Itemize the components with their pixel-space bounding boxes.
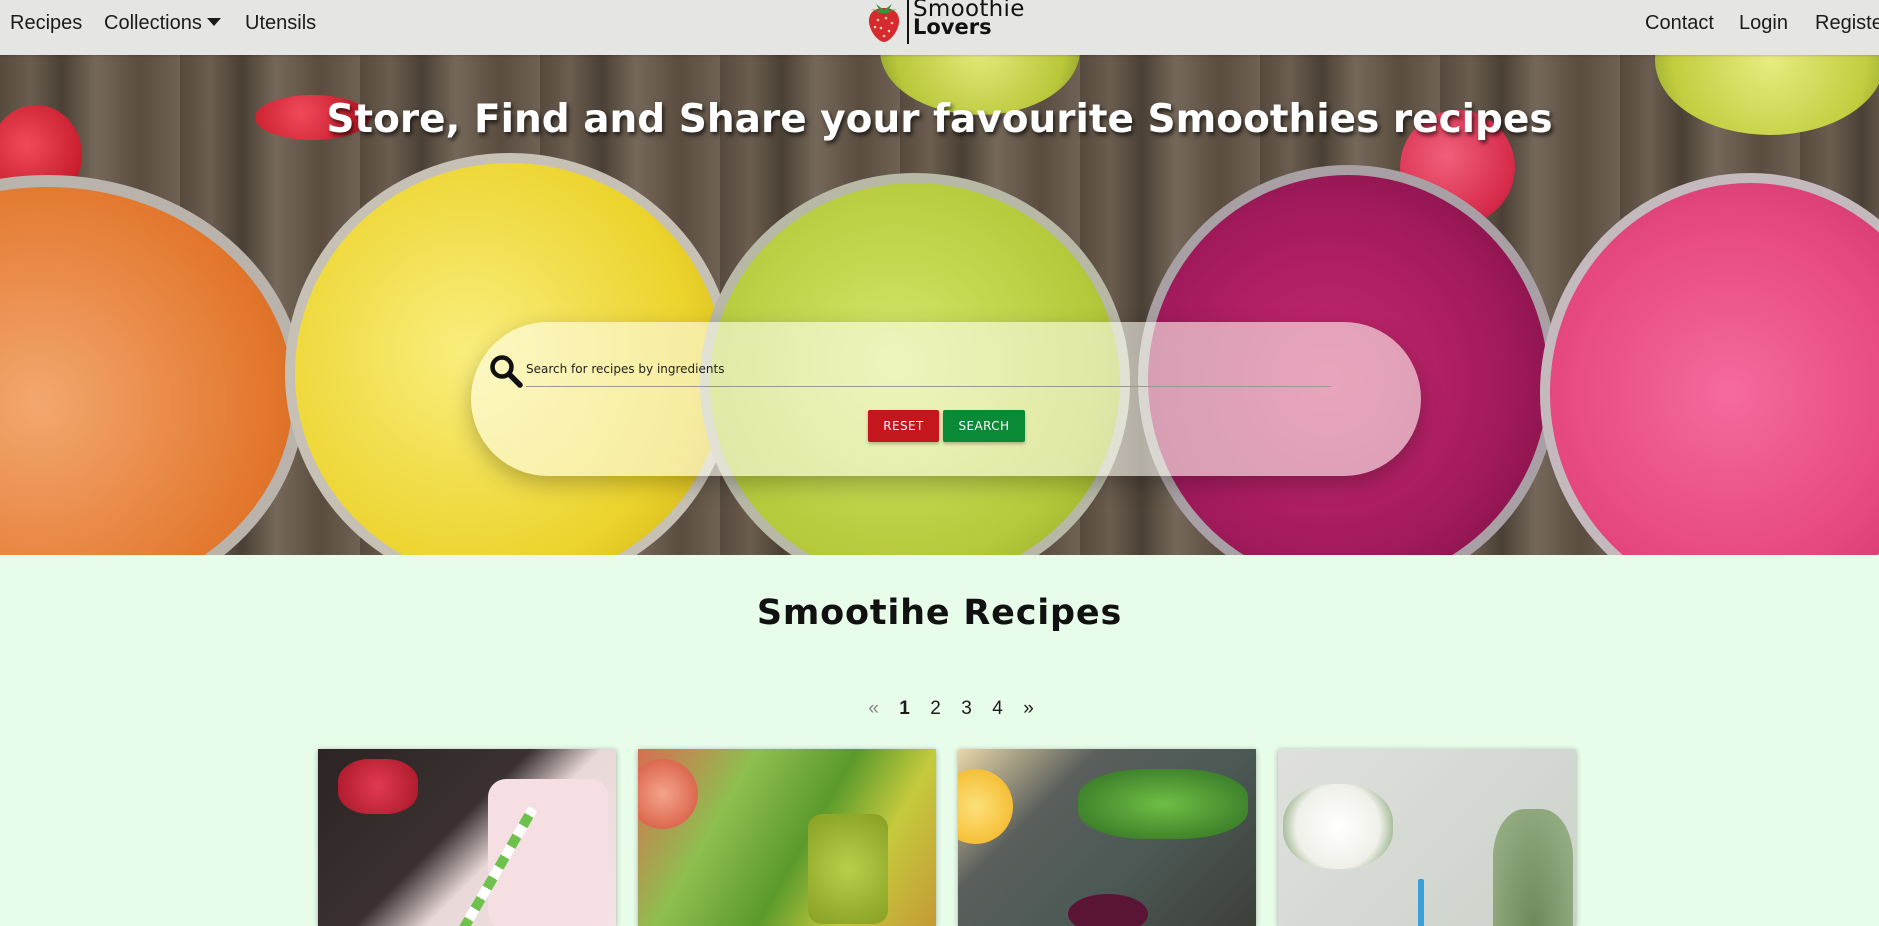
nav-collections-label: Collections xyxy=(104,12,202,34)
recipe-card-green[interactable] xyxy=(638,749,936,926)
caret-down-icon xyxy=(206,18,221,26)
pagination-page-4[interactable]: 4 xyxy=(982,698,1013,720)
site-logo[interactable]: Smoothie Lovers xyxy=(864,0,1025,46)
pagination-page-1[interactable]: 1 xyxy=(889,698,920,720)
search-panel: RESET SEARCH xyxy=(471,322,1421,476)
recipe-card-raspberry[interactable] xyxy=(318,749,616,926)
grapefruit-image xyxy=(638,759,698,829)
search-icon xyxy=(490,355,523,388)
nav-recipes[interactable]: Recipes xyxy=(10,12,82,35)
reset-button[interactable]: RESET xyxy=(868,410,939,442)
beet-leaves-image xyxy=(1078,769,1248,839)
logo-text: Smoothie Lovers xyxy=(913,0,1025,38)
nav-utensils[interactable]: Utensils xyxy=(245,12,316,35)
logo-divider xyxy=(907,0,909,44)
nav-collections[interactable]: Collections xyxy=(104,12,221,35)
pagination-next[interactable]: » xyxy=(1013,698,1044,720)
pink-smoothie-glass xyxy=(1540,173,1879,555)
search-button[interactable]: SEARCH xyxy=(943,410,1025,442)
strawberry-icon xyxy=(868,4,900,42)
orange-smoothie-glass xyxy=(0,175,305,555)
ingredient-search-input[interactable] xyxy=(526,352,1331,387)
white-flowers-image xyxy=(1283,784,1393,869)
beet-smoothie-image xyxy=(1068,894,1148,926)
raspberries-image xyxy=(338,759,418,814)
section-title: Smootihe Recipes xyxy=(756,593,1123,633)
hero-banner: Store, Find and Share your favourite Smo… xyxy=(0,55,1879,555)
nav-contact[interactable]: Contact xyxy=(1645,12,1714,35)
pagination-prev[interactable]: « xyxy=(858,698,889,720)
pagination: « 1 2 3 4 » xyxy=(858,698,1044,720)
green-smoothie-jar-image xyxy=(808,814,888,924)
straw-image xyxy=(1418,879,1424,926)
nav-register[interactable]: Register xyxy=(1815,12,1879,35)
pagination-page-2[interactable]: 2 xyxy=(920,698,951,720)
recipe-card-pineapple[interactable] xyxy=(1278,749,1576,926)
pagination-page-3[interactable]: 3 xyxy=(951,698,982,720)
hero-title: Store, Find and Share your favourite Smo… xyxy=(326,97,1553,142)
top-navbar: Recipes Collections Utensils Smoothie Lo… xyxy=(0,0,1879,55)
nav-login[interactable]: Login xyxy=(1739,12,1788,35)
orange-slice-image xyxy=(958,769,1013,844)
pineapple-image xyxy=(1493,809,1573,926)
recipe-card-beetroot[interactable] xyxy=(958,749,1256,926)
